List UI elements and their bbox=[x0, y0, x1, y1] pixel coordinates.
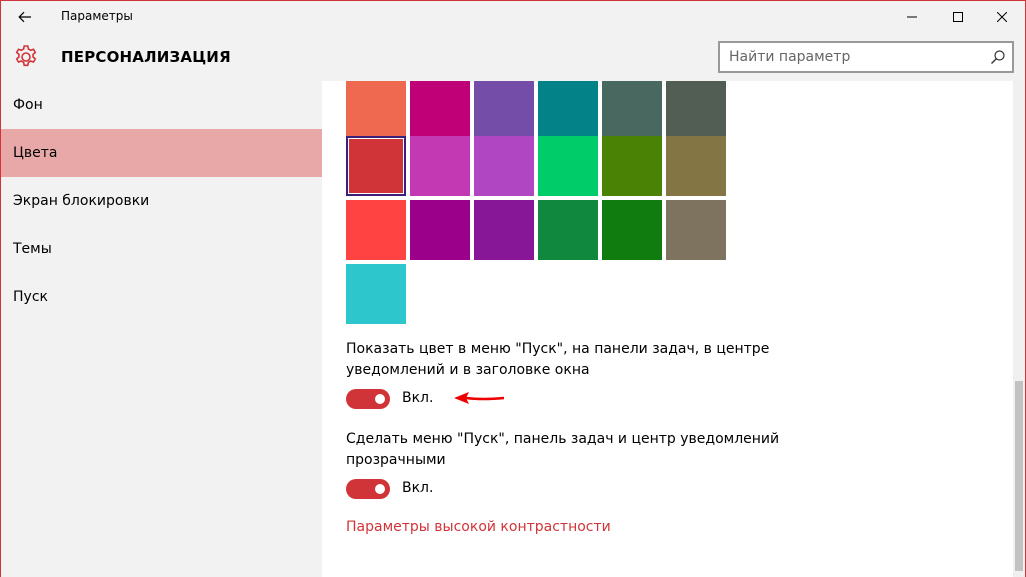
sidebar-item-colors[interactable]: Цвета bbox=[1, 129, 322, 177]
transparency-toggle[interactable] bbox=[346, 479, 390, 499]
back-arrow-icon bbox=[18, 11, 31, 23]
search-input[interactable] bbox=[720, 43, 970, 71]
title-bar: Параметры bbox=[1, 1, 1025, 33]
minimize-button[interactable] bbox=[889, 1, 935, 33]
sidebar-item-label: Фон bbox=[13, 97, 43, 113]
scrollbar[interactable] bbox=[1013, 81, 1025, 577]
back-button[interactable] bbox=[1, 1, 49, 33]
toggle-knob bbox=[375, 484, 385, 494]
red-arrow-annotation bbox=[454, 392, 505, 404]
maximize-icon bbox=[953, 12, 963, 22]
page-title: ПЕРСОНАЛИЗАЦИЯ bbox=[61, 48, 231, 66]
show-color-toggle-state: Вкл. bbox=[402, 390, 434, 406]
maximize-button[interactable] bbox=[935, 1, 981, 33]
color-swatch[interactable] bbox=[666, 81, 726, 137]
content-pane: Показать цвет в меню "Пуск", на панели з… bbox=[322, 81, 1025, 577]
settings-window: Параметры ПЕРСОНАЛИЗАЦИЯ Фон Цве bbox=[0, 0, 1026, 577]
color-swatch[interactable] bbox=[602, 136, 662, 196]
window-title: Параметры bbox=[61, 9, 133, 23]
sidebar-item-start[interactable]: Пуск bbox=[1, 273, 322, 321]
color-swatch[interactable] bbox=[474, 81, 534, 137]
color-swatch[interactable] bbox=[474, 200, 534, 260]
sidebar-item-label: Темы bbox=[13, 241, 52, 257]
close-button[interactable] bbox=[979, 1, 1025, 33]
color-swatch[interactable] bbox=[346, 200, 406, 260]
sidebar-item-label: Экран блокировки bbox=[13, 193, 150, 209]
search-box[interactable] bbox=[718, 41, 1014, 73]
color-swatch[interactable] bbox=[538, 136, 598, 196]
sidebar-item-background[interactable]: Фон bbox=[1, 81, 322, 129]
color-swatch[interactable] bbox=[666, 136, 726, 196]
color-swatch[interactable] bbox=[346, 81, 406, 137]
color-swatch[interactable] bbox=[538, 200, 598, 260]
minimize-icon bbox=[907, 16, 917, 18]
scrollbar-thumb[interactable] bbox=[1015, 381, 1023, 571]
sidebar-item-themes[interactable]: Темы bbox=[1, 225, 322, 273]
color-swatch[interactable] bbox=[602, 200, 662, 260]
color-swatch[interactable] bbox=[538, 81, 598, 137]
search-icon[interactable] bbox=[990, 49, 1006, 65]
transparency-setting-text: Сделать меню "Пуск", панель задач и цент… bbox=[346, 431, 780, 468]
page-header: ПЕРСОНАЛИЗАЦИЯ bbox=[1, 33, 1025, 81]
sidebar: Фон Цвета Экран блокировки Темы Пуск bbox=[1, 81, 322, 577]
color-swatch[interactable] bbox=[410, 81, 470, 137]
transparency-toggle-state: Вкл. bbox=[402, 480, 434, 496]
color-swatch[interactable] bbox=[666, 200, 726, 260]
sidebar-item-label: Цвета bbox=[13, 145, 58, 161]
color-swatch[interactable] bbox=[602, 81, 662, 137]
show-color-toggle[interactable] bbox=[346, 389, 390, 409]
sidebar-item-lock-screen[interactable]: Экран блокировки bbox=[1, 177, 322, 225]
toggle-knob bbox=[375, 394, 385, 404]
color-swatch[interactable] bbox=[346, 264, 406, 324]
gear-icon bbox=[15, 45, 37, 67]
color-swatch[interactable] bbox=[410, 136, 470, 196]
high-contrast-link[interactable]: Параметры высокой контрастности bbox=[346, 519, 611, 535]
color-swatch[interactable] bbox=[346, 136, 406, 196]
color-swatch[interactable] bbox=[410, 200, 470, 260]
color-swatch[interactable] bbox=[474, 136, 534, 196]
sidebar-item-label: Пуск bbox=[13, 289, 48, 305]
show-color-setting-text: Показать цвет в меню "Пуск", на панели з… bbox=[346, 341, 770, 378]
close-icon bbox=[997, 12, 1007, 22]
